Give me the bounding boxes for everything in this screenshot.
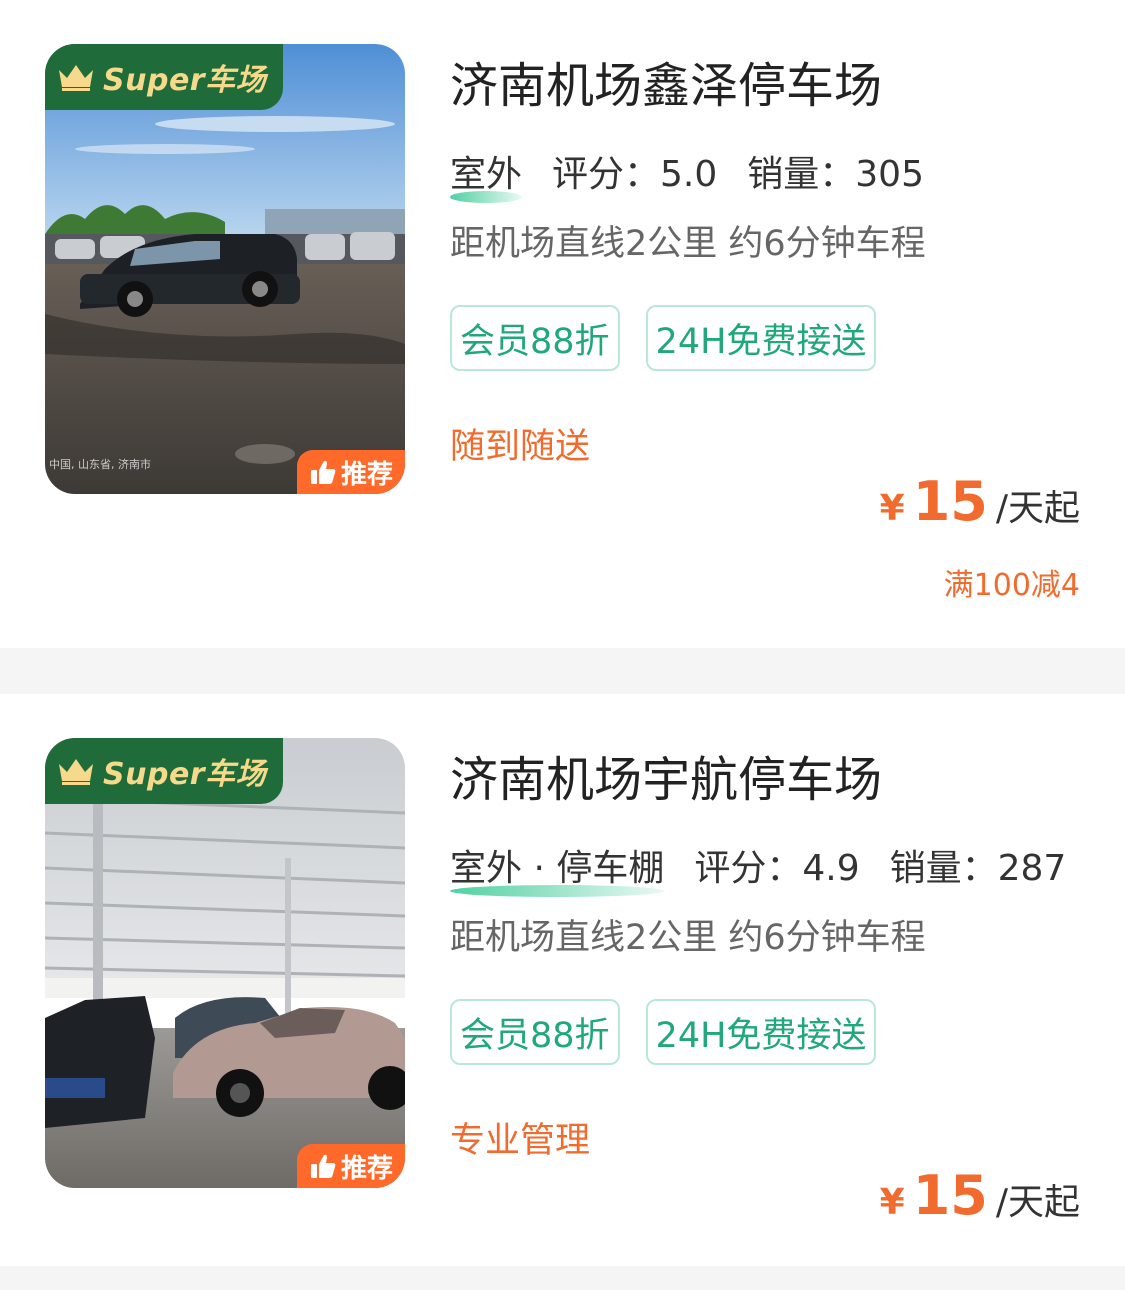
tag-free-shuttle: 24H免费接送 (645, 999, 877, 1065)
parking-lot-meta: 室外 · 停车棚 评分：4.9 销量：287 (450, 848, 1067, 897)
covered-parking-photo (45, 738, 405, 1188)
parking-lot-name: 济南机场鑫泽停车场 (450, 58, 883, 114)
price-amount: 15 (912, 1164, 988, 1227)
sales-count: 销量：287 (889, 848, 1067, 889)
tag-free-shuttle: 24H免费接送 (645, 305, 877, 371)
parking-lot-card[interactable]: Super车场 推荐 济南机场宇航停车场 室外 · 停车棚 评分：4.9 销量：… (0, 694, 1125, 1266)
parking-lot-name: 济南机场宇航停车场 (450, 752, 883, 808)
thumbs-up-icon (310, 460, 336, 484)
recommend-badge: 推荐 (297, 450, 405, 494)
photo-location-watermark: 中国, 山东省, 济南市 (49, 458, 151, 471)
price-currency: ¥ (879, 488, 905, 529)
rating: 评分：5.0 (552, 154, 718, 195)
outdoor-parking-photo (45, 44, 405, 494)
super-parking-badge: Super车场 (45, 44, 283, 110)
rating: 评分：4.9 (694, 848, 860, 889)
recommend-label: 推荐 (340, 1153, 393, 1184)
price-unit: /天起 (995, 1182, 1080, 1223)
location-type: 室外 · 停车棚 (450, 848, 665, 897)
parking-lot-info: 济南机场鑫泽停车场 (450, 62, 882, 110)
feature-tags: 会员88折 24H免费接送 (450, 999, 877, 1065)
price: ¥ 15 /天起 (880, 470, 1080, 533)
crown-icon (59, 759, 93, 785)
crown-icon (59, 65, 93, 91)
distance-info: 距机场直线2公里 约6分钟车程 (450, 918, 926, 958)
service-slogan: 随到随送 (450, 427, 591, 467)
super-badge-label: Super车场 (103, 757, 267, 792)
price-currency: ¥ (879, 1182, 905, 1223)
price: ¥ 15 /天起 (880, 1164, 1080, 1227)
service-slogan: 专业管理 (450, 1121, 591, 1161)
super-badge-label: Super车场 (103, 63, 267, 98)
parking-lot-photo[interactable]: Super车场 中国, 山东省, 济南市 推荐 (45, 44, 405, 494)
sales-count: 销量：305 (747, 154, 924, 195)
super-parking-badge: Super车场 (45, 738, 283, 804)
thumbs-up-icon (310, 1154, 336, 1178)
feature-tags: 会员88折 24H免费接送 (450, 305, 877, 371)
price-amount: 15 (912, 470, 988, 533)
parking-lot-photo[interactable]: Super车场 推荐 (45, 738, 405, 1188)
parking-lot-info: 济南机场宇航停车场 (450, 756, 882, 804)
price-unit: /天起 (995, 488, 1080, 529)
discount-label: 满100减4 (943, 568, 1080, 603)
location-type: 室外 (450, 154, 523, 203)
tag-member-discount: 会员88折 (450, 999, 620, 1065)
parking-lot-card[interactable]: Super车场 中国, 山东省, 济南市 推荐 济南机场鑫泽停车场 室外 评分：… (0, 0, 1125, 648)
distance-info: 距机场直线2公里 约6分钟车程 (450, 224, 926, 264)
recommend-badge: 推荐 (297, 1144, 405, 1188)
recommend-label: 推荐 (340, 459, 393, 490)
tag-member-discount: 会员88折 (450, 305, 620, 371)
parking-lot-meta: 室外 评分：5.0 销量：305 (450, 154, 924, 203)
